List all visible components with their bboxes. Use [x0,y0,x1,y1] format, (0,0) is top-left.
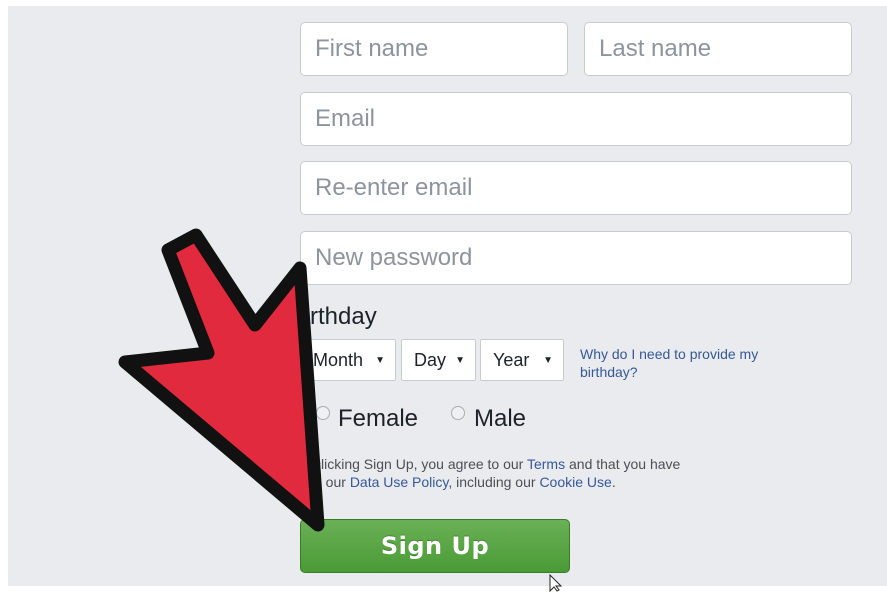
red-arrow-annotation [118,228,325,532]
mouse-pointer-icon [549,574,563,592]
